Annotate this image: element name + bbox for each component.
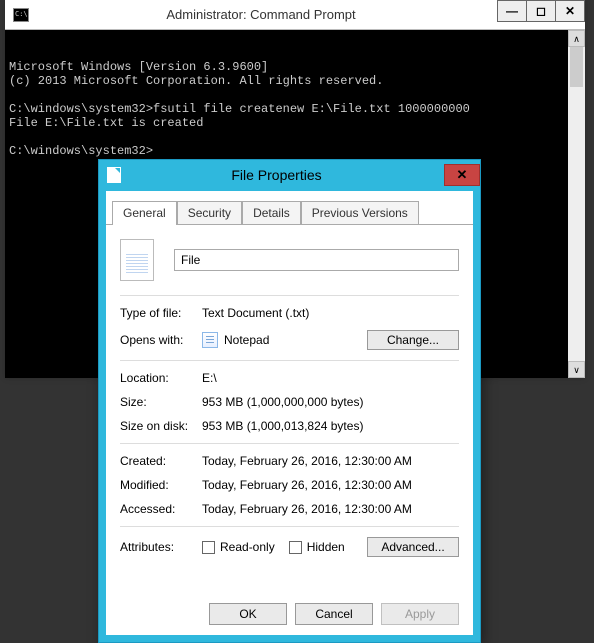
file-type-icon: [120, 239, 154, 281]
checkbox-label-hidden: Hidden: [307, 540, 345, 554]
label-location: Location:: [120, 371, 202, 385]
cancel-button[interactable]: Cancel: [295, 603, 373, 625]
checkbox-label-read-only: Read-only: [220, 540, 275, 554]
value-created: Today, February 26, 2016, 12:30:00 AM: [202, 454, 459, 468]
maximize-button[interactable]: ◻: [526, 0, 556, 22]
apply-button[interactable]: Apply: [381, 603, 459, 625]
file-name-input[interactable]: [174, 249, 459, 271]
label-created: Created:: [120, 454, 202, 468]
row-modified: Modified: Today, February 26, 2016, 12:3…: [120, 478, 459, 492]
cmd-icon: [13, 8, 29, 22]
separator: [120, 360, 459, 361]
scroll-down-button[interactable]: ∨: [568, 361, 585, 378]
change-button[interactable]: Change...: [367, 330, 459, 350]
scroll-thumb[interactable]: [570, 47, 583, 87]
value-modified: Today, February 26, 2016, 12:30:00 AM: [202, 478, 459, 492]
value-opens-with: Notepad Change...: [202, 330, 459, 350]
value-size-on-disk: 953 MB (1,000,013,824 bytes): [202, 419, 459, 433]
file-header: [120, 239, 459, 295]
label-accessed: Accessed:: [120, 502, 202, 516]
close-button[interactable]: ✕: [555, 0, 585, 22]
label-attributes: Attributes:: [120, 540, 202, 554]
checkbox-icon: [289, 541, 302, 554]
notepad-icon: [202, 332, 218, 348]
value-location: E:\: [202, 371, 459, 385]
cmd-scrollbar[interactable]: ∧ ∨: [568, 30, 585, 378]
properties-dialog: File Properties ✕ General Security Detai…: [98, 159, 481, 643]
dialog-footer: OK Cancel Apply: [209, 603, 459, 625]
general-tab-content: Type of file: Text Document (.txt) Opens…: [106, 225, 473, 575]
window-controls: — ◻ ✕: [498, 0, 585, 24]
tab-details[interactable]: Details: [242, 201, 301, 224]
separator: [120, 295, 459, 296]
label-type-of-file: Type of file:: [120, 306, 202, 320]
row-attributes: Attributes: Read-only Hidden Advanced...: [120, 537, 459, 557]
checkbox-icon: [202, 541, 215, 554]
label-opens-with: Opens with:: [120, 333, 202, 347]
tab-strip: General Security Details Previous Versio…: [106, 197, 473, 225]
tab-security[interactable]: Security: [177, 201, 242, 224]
row-size-on-disk: Size on disk: 953 MB (1,000,013,824 byte…: [120, 419, 459, 433]
checkbox-read-only[interactable]: Read-only: [202, 540, 275, 554]
props-body: General Security Details Previous Versio…: [106, 191, 473, 635]
cmd-titlebar[interactable]: Administrator: Command Prompt — ◻ ✕: [5, 0, 585, 30]
opens-with-app: Notepad: [224, 333, 269, 347]
document-icon: [107, 167, 121, 183]
close-button[interactable]: ✕: [444, 164, 480, 186]
row-accessed: Accessed: Today, February 26, 2016, 12:3…: [120, 502, 459, 516]
row-location: Location: E:\: [120, 371, 459, 385]
tab-previous-versions[interactable]: Previous Versions: [301, 201, 419, 224]
props-titlebar[interactable]: File Properties ✕: [99, 160, 480, 190]
minimize-button[interactable]: —: [497, 0, 527, 22]
value-size: 953 MB (1,000,000,000 bytes): [202, 395, 459, 409]
separator: [120, 526, 459, 527]
row-created: Created: Today, February 26, 2016, 12:30…: [120, 454, 459, 468]
cmd-output: Microsoft Windows [Version 6.3.9600] (c)…: [9, 60, 581, 158]
tab-general[interactable]: General: [112, 201, 177, 225]
props-title-text: File Properties: [129, 167, 444, 183]
value-type-of-file: Text Document (.txt): [202, 306, 459, 320]
label-size-on-disk: Size on disk:: [120, 419, 202, 433]
scroll-up-button[interactable]: ∧: [568, 30, 585, 47]
row-type-of-file: Type of file: Text Document (.txt): [120, 306, 459, 320]
row-size: Size: 953 MB (1,000,000,000 bytes): [120, 395, 459, 409]
separator: [120, 443, 459, 444]
checkbox-hidden[interactable]: Hidden: [289, 540, 345, 554]
ok-button[interactable]: OK: [209, 603, 287, 625]
label-modified: Modified:: [120, 478, 202, 492]
label-size: Size:: [120, 395, 202, 409]
value-accessed: Today, February 26, 2016, 12:30:00 AM: [202, 502, 459, 516]
row-opens-with: Opens with: Notepad Change...: [120, 330, 459, 350]
advanced-button[interactable]: Advanced...: [367, 537, 459, 557]
